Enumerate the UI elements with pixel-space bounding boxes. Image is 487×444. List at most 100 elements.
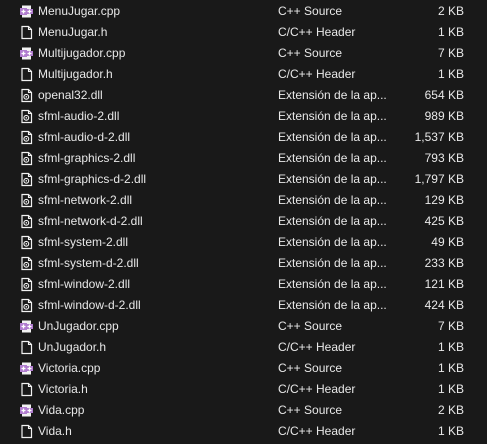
file-row[interactable]: Vida.h C/C++ Header 1 KB	[0, 421, 487, 442]
file-row[interactable]: sfml-network-d-2.dll Extensión de la ap..…	[0, 211, 487, 232]
file-name: UnJugador.h	[38, 340, 107, 354]
file-list: MenuJugar.cpp C++ Source 2 KB MenuJugar.h C/…	[0, 1, 487, 444]
file-row[interactable]: Victoria.h C/C++ Header 1 KB	[0, 379, 487, 400]
file-type: C/C++ Header	[278, 424, 356, 438]
file-row[interactable]: MenuJugar.h C/C++ Header 1 KB	[0, 22, 487, 43]
dll-file-icon	[19, 214, 34, 229]
file-type: C++ Source	[278, 403, 343, 417]
file-row[interactable]: MenuJugar.cpp C++ Source 2 KB	[0, 1, 487, 22]
file-size: 1 KB	[437, 25, 464, 39]
header-file-icon	[19, 424, 34, 439]
file-size: 424 KB	[424, 298, 464, 312]
file-row[interactable]: Vida.cpp C++ Source 2 KB	[0, 400, 487, 421]
file-name: Multijugador.h	[38, 67, 113, 81]
file-row[interactable]: sfml-graphics-d-2.dll Extensión de la ap.…	[0, 169, 487, 190]
file-size: 1 KB	[437, 361, 464, 375]
file-row[interactable]: sfml-graphics-2.dll Extensión de la ap...…	[0, 148, 487, 169]
file-type: C/C++ Header	[278, 67, 356, 81]
file-row[interactable]: Multijugador.cpp C++ Source 7 KB	[0, 43, 487, 64]
dll-file-icon	[19, 151, 34, 166]
file-row[interactable]: UnJugador.h C/C++ Header 1 KB	[0, 337, 487, 358]
dll-file-icon	[19, 277, 34, 292]
file-type: Extensión de la ap...	[278, 151, 386, 165]
file-size: 2 KB	[437, 403, 464, 417]
file-size: 1,537 KB	[414, 130, 464, 144]
file-name: sfml-window-2.dll	[38, 277, 131, 291]
file-type: Extensión de la ap...	[278, 277, 386, 291]
file-size: 7 KB	[437, 319, 464, 333]
file-type: Extensión de la ap...	[278, 88, 386, 102]
file-type: Extensión de la ap...	[278, 298, 386, 312]
file-name: sfml-network-d-2.dll	[38, 214, 143, 228]
file-name: sfml-audio-d-2.dll	[38, 130, 131, 144]
file-row[interactable]: sfml-audio-d-2.dll Extensión de la ap... 1…	[0, 127, 487, 148]
file-type: Extensión de la ap...	[278, 193, 386, 207]
dll-file-icon	[19, 109, 34, 124]
file-row[interactable]: Multijugador.h C/C++ Header 1 KB	[0, 64, 487, 85]
file-type: C++ Source	[278, 46, 343, 60]
file-type: C++ Source	[278, 361, 343, 375]
dll-file-icon	[19, 235, 34, 250]
file-size: 425 KB	[424, 214, 464, 228]
file-name: sfml-graphics-d-2.dll	[38, 172, 147, 186]
file-row[interactable]: Victoria.cpp C++ Source 1 KB	[0, 358, 487, 379]
file-type: C/C++ Header	[278, 382, 356, 396]
header-file-icon	[19, 382, 34, 397]
file-name: MenuJugar.cpp	[38, 4, 121, 18]
file-name: Victoria.cpp	[38, 361, 101, 375]
cpp-file-icon	[19, 4, 34, 19]
file-type: C++ Source	[278, 4, 343, 18]
dll-file-icon	[19, 256, 34, 271]
file-name: UnJugador.cpp	[38, 319, 119, 333]
file-size: 2 KB	[437, 4, 464, 18]
file-name: sfml-audio-2.dll	[38, 109, 120, 123]
file-type: C/C++ Header	[278, 340, 356, 354]
file-name: sfml-graphics-2.dll	[38, 151, 136, 165]
dll-file-icon	[19, 193, 34, 208]
file-size: 7 KB	[437, 46, 464, 60]
file-row[interactable]: sfml-window-2.dll Extensión de la ap... 12…	[0, 274, 487, 295]
file-size: 1 KB	[437, 67, 464, 81]
file-size: 49 KB	[431, 235, 464, 249]
dll-file-icon	[19, 172, 34, 187]
file-row[interactable]: sfml-network-2.dll Extensión de la ap... 1…	[0, 190, 487, 211]
file-name: sfml-system-d-2.dll	[38, 256, 139, 270]
file-type: Extensión de la ap...	[278, 130, 386, 144]
file-name: sfml-window-d-2.dll	[38, 298, 141, 312]
file-row[interactable]: sfml-system-2.dll Extensión de la ap... 49…	[0, 232, 487, 253]
file-type: Extensión de la ap...	[278, 109, 386, 123]
file-size: 793 KB	[424, 151, 464, 165]
file-name: sfml-system-2.dll	[38, 235, 129, 249]
dll-file-icon	[19, 298, 34, 313]
dll-file-icon	[19, 130, 34, 145]
file-name: sfml-network-2.dll	[38, 193, 133, 207]
header-file-icon	[19, 67, 34, 82]
file-row[interactable]: openal32.dll Extensión de la ap... 654 KB	[0, 85, 487, 106]
file-size: 1,797 KB	[414, 172, 464, 186]
file-type: Extensión de la ap...	[278, 235, 386, 249]
file-type: Extensión de la ap...	[278, 214, 386, 228]
file-size: 989 KB	[424, 109, 464, 123]
header-file-icon	[19, 25, 34, 40]
file-row[interactable]: sfml-system-d-2.dll Extensión de la ap...…	[0, 253, 487, 274]
file-name: Vida.cpp	[38, 403, 85, 417]
file-row[interactable]: sfml-audio-2.dll Extensión de la ap... 989…	[0, 106, 487, 127]
file-name: Vida.h	[38, 424, 72, 438]
file-size: 121 KB	[424, 277, 464, 291]
dll-file-icon	[19, 88, 34, 103]
file-size: 654 KB	[424, 88, 464, 102]
cpp-file-icon	[19, 46, 34, 61]
file-name: Victoria.h	[38, 382, 88, 396]
file-row[interactable]: UnJugador.cpp C++ Source 7 KB	[0, 316, 487, 337]
file-name: openal32.dll	[38, 88, 103, 102]
cpp-file-icon	[19, 361, 34, 376]
file-size: 129 KB	[424, 193, 464, 207]
file-size: 1 KB	[437, 382, 464, 396]
file-size: 1 KB	[437, 340, 464, 354]
file-size: 233 KB	[424, 256, 464, 270]
file-size: 1 KB	[437, 424, 464, 438]
file-row[interactable]: sfml-window-d-2.dll Extensión de la ap...…	[0, 295, 487, 316]
file-type: Extensión de la ap...	[278, 172, 386, 186]
file-type: Extensión de la ap...	[278, 256, 386, 270]
file-name: MenuJugar.h	[38, 25, 108, 39]
